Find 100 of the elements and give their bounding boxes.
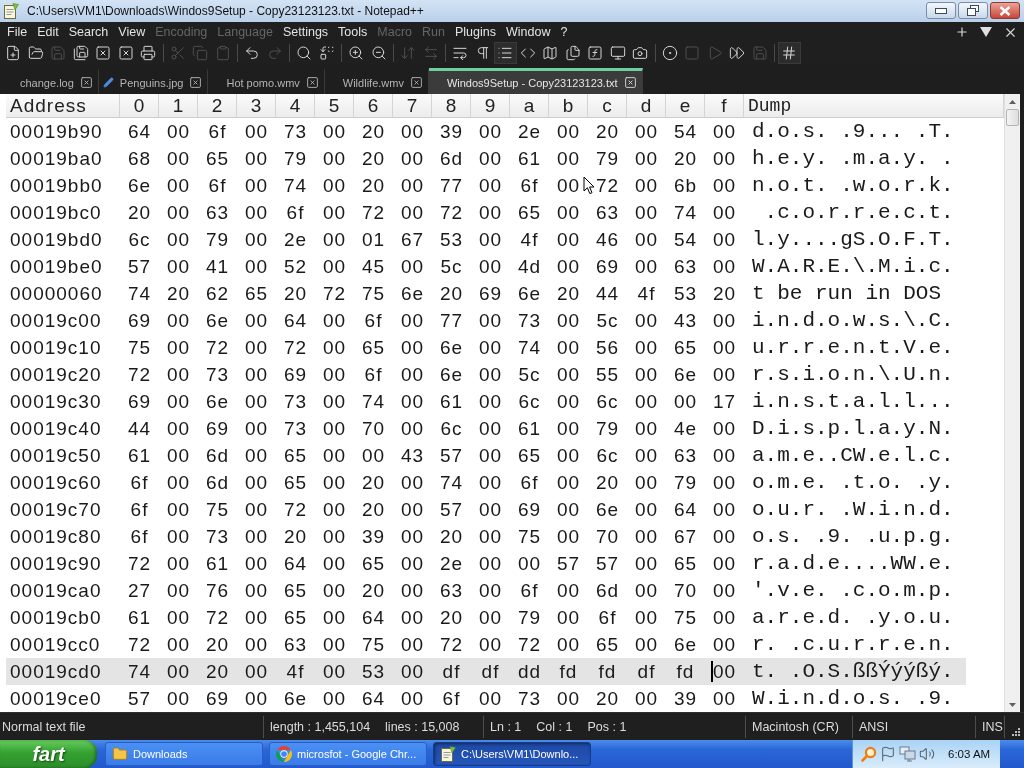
menu-item[interactable]: ?	[555, 22, 573, 42]
hex-row[interactable]: 00019b90 64 00 6f 00 73 00 20 00 39 00 2e 00 20 00 54 00 d.o.s. .9... .T.	[6, 118, 966, 145]
column-header: 4	[276, 94, 315, 118]
byte-value: 00	[400, 579, 425, 602]
scrollbar-thumb[interactable]	[1006, 109, 1019, 126]
hex-row[interactable]: 00019bb0 6e 00 6f 00 74 00 20 00 77 00 6f 00 72 00 6b 00 n.o.t. .w.o.r.k.	[6, 172, 966, 199]
byte-value: 00	[634, 255, 659, 278]
pencil-icon	[102, 77, 114, 88]
byte-value: 00	[400, 660, 425, 683]
byte-value: 00	[712, 579, 737, 602]
byte-value: 00	[400, 525, 425, 548]
byte-value: 79	[205, 228, 230, 251]
hex-row[interactable]: 00019cd0 74 00 20 00 4f 00 53 00 df df dd fd fd df fd 00 t. .O.S.ßßÝýýßý.	[6, 658, 966, 685]
byte-value: 65	[673, 336, 698, 359]
byte-value: 6d	[205, 444, 230, 467]
plus-icon[interactable]	[955, 25, 969, 39]
menu-item[interactable]: Tools	[333, 22, 373, 42]
dump-text: t. .O.S.ßßÝýýßý.	[752, 660, 954, 683]
close-icon[interactable]	[409, 76, 423, 89]
byte-value: 00	[634, 363, 659, 386]
byte-value: 00	[634, 687, 659, 710]
browser-icon	[276, 746, 292, 762]
byte-value: 65	[517, 444, 542, 467]
scrollbar-track[interactable]	[1004, 94, 1020, 712]
hex-row[interactable]: 00019c20 72 00 73 00 69 00 6f 00 6e 00 5c 00 55 00 6e 00 r.s.i.o.n.\.U.n.	[6, 361, 966, 388]
hex-row[interactable]: 00019c50 61 00 6d 00 65 00 00 43 57 00 65 00 6c 00 63 00 a.m.e..CW.e.l.c.	[6, 442, 966, 469]
hex-row[interactable]: 00019bc0 20 00 63 00 6f 00 72 00 72 00 65 00 63 00 74 00 .c.o.r.r.e.c.t.	[6, 199, 966, 226]
hex-row[interactable]: 00019cb0 61 00 72 00 65 00 64 00 20 00 79 00 6f 00 75 00 a.r.e.d. .y.o.u.	[6, 604, 966, 631]
close-button[interactable]	[990, 2, 1020, 19]
byte-value: fd	[559, 660, 578, 683]
byte-value: 20	[361, 174, 386, 197]
byte-value: 64	[361, 606, 386, 629]
byte-value: 00	[166, 525, 191, 548]
caret-down-icon[interactable]	[980, 27, 992, 37]
close-icon[interactable]	[79, 76, 93, 89]
hex-row[interactable]: 00019be0 57 00 41 00 52 00 45 00 5c 00 4d 00 69 00 63 00 W.A.R.E.\.M.i.c.	[6, 253, 966, 280]
dump-text: o.u.r. .W.i.n.d.	[752, 498, 954, 521]
menu-item[interactable]: File	[2, 22, 33, 42]
paste-icon	[214, 45, 231, 61]
byte-value: 00	[244, 552, 269, 575]
close-icon[interactable]	[189, 76, 203, 89]
save-icon	[751, 45, 768, 61]
hex-row[interactable]: 00019c80 6f 00 73 00 20 00 39 00 20 00 75 00 70 00 67 00 o.s. .9. .u.p.g.	[6, 523, 966, 550]
hex-row[interactable]: 00019c90 72 00 61 00 64 00 65 00 2e 00 00 57 57 00 65 00 r.a.d.e....WW.e.	[6, 550, 966, 577]
menu-item[interactable]: Search	[63, 22, 114, 42]
taskbar-button[interactable]: microsfot - Google Chr...	[269, 742, 427, 766]
byte-value: 00	[322, 120, 347, 143]
hex-row[interactable]: 00019c40 44 00 69 00 73 00 70 00 6c 00 61 00 79 00 4e 00 D.i.s.p.l.a.y.N.	[6, 415, 966, 442]
hex-row[interactable]: 00019bd0 6c 00 79 00 2e 00 01 67 53 00 4f 00 46 00 54 00 l.y....gS.O.F.T.	[6, 226, 966, 253]
dump-text: i.n.s.t.a.l.l...	[752, 390, 954, 413]
hex-row[interactable]: 00019ca0 27 00 76 00 65 00 20 00 63 00 6f 00 6d 00 70 00 '.v.e. .c.o.m.p.	[6, 577, 966, 604]
flag-icon[interactable]	[880, 746, 896, 762]
insert-mode-label: INS	[982, 719, 1003, 734]
close-icon	[999, 5, 1011, 16]
eol-format-label: Macintosh (CR)	[752, 719, 839, 734]
toolbar-button[interactable]	[778, 42, 801, 64]
menu-item[interactable]: Window	[500, 22, 556, 42]
hex-row[interactable]: 00019cc0 72 00 20 00 63 00 75 00 72 00 72 00 65 00 6e 00 r. .c.u.r.r.e.n.	[6, 631, 966, 658]
byte-value: 6f	[364, 363, 383, 386]
byte-value: 00	[712, 633, 737, 656]
resize-grip-icon[interactable]	[1011, 727, 1020, 736]
byte-value: 00	[322, 309, 347, 332]
byte-value: 20	[673, 147, 698, 170]
hex-row[interactable]: 00019c70 6f 00 75 00 72 00 20 00 57 00 69 00 6e 00 64 00 o.u.r. .W.i.n.d.	[6, 496, 966, 523]
taskbar-button[interactable]: C:\Users\VM1\Downlo...	[433, 742, 591, 766]
hex-row[interactable]: 00019c30 69 00 6e 00 73 00 74 00 61 00 6c 00 6c 00 00 17 i.n.s.t.a.l.l...	[6, 388, 966, 415]
menu-item[interactable]: Edit	[32, 22, 64, 42]
byte-value: 00	[634, 606, 659, 629]
minimize-button[interactable]	[926, 2, 956, 19]
menu-item[interactable]: Plugins	[449, 22, 501, 42]
hex-row[interactable]: 00019c10 75 00 72 00 72 00 65 00 6e 00 74 00 56 00 65 00 u.r.r.e.n.t.V.e.	[6, 334, 966, 361]
address-text: 00019ca0	[10, 579, 102, 602]
speaker-icon[interactable]	[919, 746, 935, 762]
tab[interactable]: Windos9Setup - Copy23123123.txt	[428, 68, 643, 94]
save-all-icon	[72, 45, 89, 61]
byte-value: 00	[400, 309, 425, 332]
byte-value: 67	[400, 228, 425, 251]
byte-value: 00	[712, 255, 737, 278]
menu-item[interactable]: Settings	[277, 22, 334, 42]
taskbar-button[interactable]: Downloads	[105, 742, 263, 766]
byte-value: 20	[283, 525, 308, 548]
byte-value: 00	[556, 336, 581, 359]
hex-row[interactable]: 00019ba0 68 00 65 00 79 00 20 00 6d 00 61 00 79 00 20 00 h.e.y. .m.a.y. .	[6, 145, 966, 172]
hex-row[interactable]: 00000060 74 20 62 65 20 72 75 6e 20 69 6e 20 44 4f 53 20 t be run in DOS	[6, 280, 966, 307]
toolbar-button[interactable]	[494, 42, 517, 64]
address-text: 00019b90	[10, 120, 103, 143]
menu-item[interactable]: View	[113, 22, 151, 42]
close-icon[interactable]	[305, 76, 319, 89]
hex-row[interactable]: 00019c00 69 00 6e 00 64 00 6f 00 77 00 73 00 5c 00 43 00 i.n.d.o.w.s.\.C.	[6, 307, 966, 334]
restore-button[interactable]	[958, 2, 988, 19]
cut-icon	[169, 45, 186, 61]
hex-row[interactable]: 00019ce0 57 00 69 00 6e 00 64 00 6f 00 73 00 20 00 39 00 W.i.n.d.o.s. .9.	[6, 685, 966, 712]
byte-value: 62	[205, 282, 230, 305]
network-icon[interactable]	[899, 746, 916, 762]
byte-value: 73	[517, 687, 542, 710]
hex-row[interactable]: 00019c60 6f 00 6d 00 65 00 20 00 74 00 6f 00 20 00 79 00 o.m.e. .t.o. .y.	[6, 469, 966, 496]
byte-value: 72	[595, 174, 620, 197]
byte-value: 57	[439, 498, 464, 521]
byte-value: 20	[556, 282, 581, 305]
column-header: b	[549, 94, 588, 118]
